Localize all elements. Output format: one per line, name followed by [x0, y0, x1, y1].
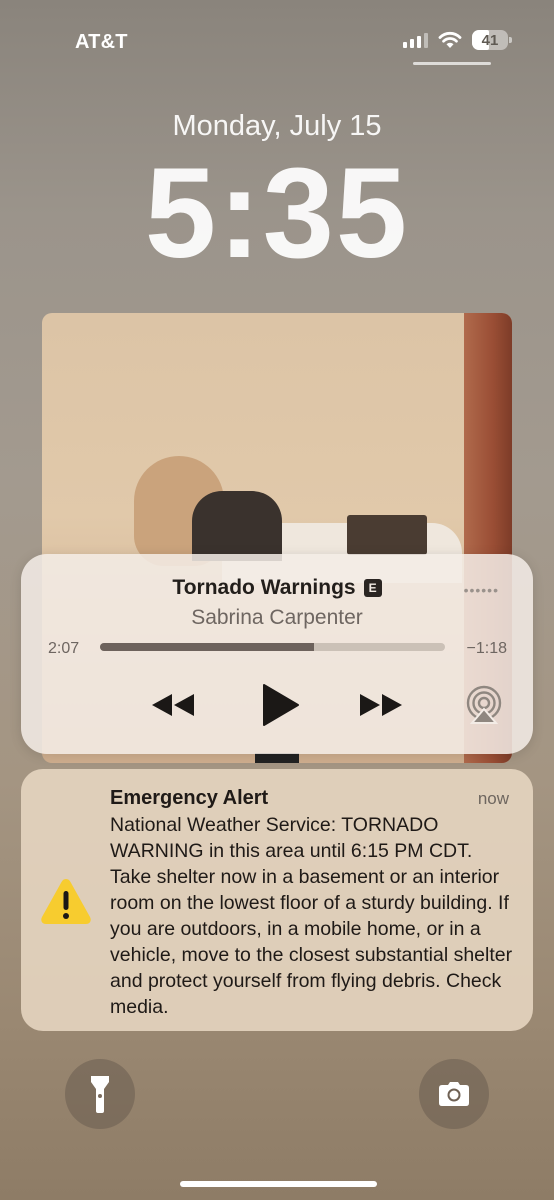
now-playing-widget[interactable]: Tornado Warnings E Sabrina Carpenter •••…	[21, 554, 533, 754]
play-button[interactable]	[258, 682, 302, 728]
playback-scrubber[interactable]	[100, 643, 445, 651]
flashlight-button[interactable]	[65, 1059, 135, 1129]
playback-controls	[21, 682, 533, 728]
fast-forward-icon	[360, 694, 402, 716]
status-icons: 41	[403, 30, 512, 50]
warning-icon	[41, 879, 91, 924]
track-artist: Sabrina Carpenter	[191, 606, 363, 629]
signal-icon	[403, 32, 428, 48]
artwork-figure-body	[192, 491, 282, 561]
emergency-alert-notification[interactable]: Emergency Alert now National Weather Ser…	[21, 769, 533, 1031]
lock-screen-date: Monday, July 15	[172, 110, 382, 142]
track-title-row: Tornado Warnings E	[21, 576, 533, 600]
airplay-button[interactable]	[462, 682, 506, 728]
carrier-label: AT&T	[75, 31, 128, 53]
artwork-parental-advisory	[255, 753, 299, 763]
remaining-time: −1:18	[466, 640, 507, 657]
more-options-icon[interactable]: ••••••	[464, 582, 499, 598]
track-title: Tornado Warnings	[172, 576, 356, 599]
camera-button[interactable]	[419, 1059, 489, 1129]
airplay-icon	[466, 685, 502, 724]
lock-screen-time: 5:35	[144, 142, 410, 285]
battery-percentage: 41	[481, 31, 499, 49]
elapsed-time: 2:07	[48, 640, 80, 657]
rewind-button[interactable]	[148, 682, 198, 728]
fast-forward-button[interactable]	[356, 682, 406, 728]
play-icon	[263, 684, 299, 726]
artwork-tv	[347, 515, 427, 555]
flashlight-icon	[91, 1076, 109, 1113]
notification-body: National Weather Service: TORNADO WARNIN…	[110, 814, 513, 1018]
wifi-icon	[438, 31, 462, 48]
playback-progress	[100, 643, 314, 651]
battery-icon: 41	[472, 30, 512, 50]
control-center-indicator[interactable]	[413, 62, 491, 65]
notification-title: Emergency Alert	[110, 787, 269, 809]
rewind-icon	[152, 694, 194, 716]
explicit-icon: E	[363, 579, 382, 597]
home-indicator[interactable]	[180, 1181, 377, 1187]
camera-icon	[439, 1082, 469, 1106]
notification-time: now	[477, 789, 509, 808]
